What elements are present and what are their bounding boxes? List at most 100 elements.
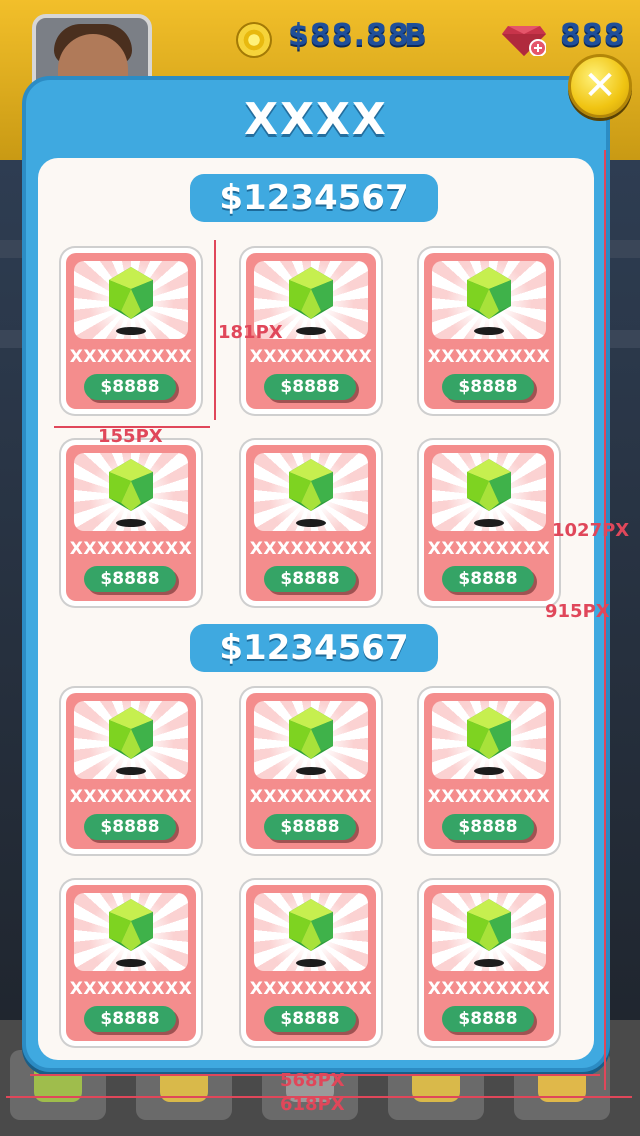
green-gem-icon	[289, 459, 333, 511]
shop-item-card[interactable]: XXXXXXXXX $8888	[419, 880, 559, 1046]
price-button[interactable]: $8888	[264, 814, 356, 840]
item-image	[432, 261, 546, 339]
gem-shadow	[296, 327, 326, 335]
gem-shadow	[296, 959, 326, 967]
item-image	[74, 893, 188, 971]
gem-shadow	[296, 767, 326, 775]
coin-icon	[236, 22, 272, 58]
item-label: XXXXXXXXX	[427, 979, 551, 999]
coin-balance-suffix: B	[404, 18, 428, 53]
dimension-label: 1027PX	[552, 520, 630, 541]
item-image	[432, 701, 546, 779]
gem-shadow	[116, 327, 146, 335]
gem-shadow	[116, 959, 146, 967]
item-image	[432, 453, 546, 531]
price-button[interactable]: $8888	[264, 1006, 356, 1032]
gem-shadow	[116, 519, 146, 527]
item-label: XXXXXXXXX	[249, 539, 373, 559]
price-button[interactable]: $8888	[442, 566, 534, 592]
item-label: XXXXXXXXX	[249, 787, 373, 807]
price-button[interactable]: $8888	[442, 1006, 534, 1032]
price-button[interactable]: $8888	[264, 566, 356, 592]
shop-item-card[interactable]: XXXXXXXXX $8888	[241, 688, 381, 854]
item-label: XXXXXXXXX	[69, 787, 193, 807]
item-image	[432, 893, 546, 971]
shop-item-card[interactable]: XXXXXXXXX $8888	[241, 880, 381, 1046]
item-label: XXXXXXXXX	[249, 347, 373, 367]
card-body: XXXXXXXXX $8888	[424, 885, 554, 1041]
modal-title: XXXX	[244, 94, 388, 145]
dimension-label: 181PX	[218, 322, 283, 343]
price-button[interactable]: $8888	[84, 1006, 176, 1032]
price-button[interactable]: $8888	[264, 374, 356, 400]
item-label: XXXXXXXXX	[249, 979, 373, 999]
item-image	[74, 261, 188, 339]
green-gem-icon	[109, 899, 153, 951]
card-body: XXXXXXXXX $8888	[246, 445, 376, 601]
item-label: XXXXXXXXX	[427, 787, 551, 807]
price-button[interactable]: $8888	[84, 374, 176, 400]
price-button[interactable]: $8888	[84, 566, 176, 592]
green-gem-icon	[467, 459, 511, 511]
dimension-label: 915PX	[545, 601, 610, 622]
green-gem-icon	[467, 899, 511, 951]
dimension-label: 155PX	[98, 426, 163, 447]
gem-shadow	[474, 327, 504, 335]
item-image	[254, 453, 368, 531]
shop-item-card[interactable]: XXXXXXXXX $8888	[61, 688, 201, 854]
shop-item-card[interactable]: XXXXXXXXX $8888	[419, 440, 559, 606]
green-gem-icon	[109, 707, 153, 759]
dimension-label: 568PX	[280, 1070, 345, 1091]
green-gem-icon	[289, 267, 333, 319]
section-header: $1234567	[190, 624, 438, 672]
gem-shadow	[116, 767, 146, 775]
item-image	[254, 701, 368, 779]
shop-item-card[interactable]: XXXXXXXXX $8888	[241, 440, 381, 606]
close-icon: ✕	[583, 63, 617, 109]
card-body: XXXXXXXXX $8888	[424, 693, 554, 849]
gem-shadow	[474, 519, 504, 527]
green-gem-icon	[289, 899, 333, 951]
shop-modal: XXXX $1234567 $1234567 XXXXXXXXX $8888 XXX…	[22, 76, 610, 1072]
gem-shadow	[474, 959, 504, 967]
gem-balance: 888	[560, 18, 626, 53]
item-label: XXXXXXXXX	[427, 539, 551, 559]
close-button[interactable]: ✕	[568, 54, 632, 118]
shop-item-card[interactable]: XXXXXXXXX $8888	[419, 688, 559, 854]
section-header: $1234567	[190, 174, 438, 222]
item-label: XXXXXXXXX	[69, 979, 193, 999]
card-body: XXXXXXXXX $8888	[66, 445, 196, 601]
card-body: XXXXXXXXX $8888	[424, 445, 554, 601]
shop-item-card[interactable]: XXXXXXXXX $8888	[61, 248, 201, 414]
item-image	[254, 893, 368, 971]
item-image	[74, 453, 188, 531]
card-body: XXXXXXXXX $8888	[424, 253, 554, 409]
green-gem-icon	[109, 459, 153, 511]
coin-balance: $88.88	[288, 18, 410, 53]
card-body: XXXXXXXXX $8888	[246, 885, 376, 1041]
card-body: XXXXXXXXX $8888	[66, 253, 196, 409]
dimension-line-vertical	[214, 240, 216, 420]
shop-item-card[interactable]: XXXXXXXXX $8888	[61, 880, 201, 1046]
item-image	[74, 701, 188, 779]
item-label: XXXXXXXXX	[69, 347, 193, 367]
price-button[interactable]: $8888	[442, 374, 534, 400]
modal-panel: $1234567 $1234567 XXXXXXXXX $8888 XXXXXXXX…	[38, 158, 594, 1060]
gem-shadow	[474, 767, 504, 775]
green-gem-icon	[467, 267, 511, 319]
green-gem-icon	[109, 267, 153, 319]
gem-shadow	[296, 519, 326, 527]
item-label: XXXXXXXXX	[69, 539, 193, 559]
price-button[interactable]: $8888	[84, 814, 176, 840]
gem-plus-icon[interactable]	[502, 22, 546, 56]
dimension-label: 618PX	[280, 1094, 345, 1115]
card-body: XXXXXXXXX $8888	[66, 885, 196, 1041]
item-label: XXXXXXXXX	[427, 347, 551, 367]
green-gem-icon	[467, 707, 511, 759]
price-button[interactable]: $8888	[442, 814, 534, 840]
card-body: XXXXXXXXX $8888	[246, 693, 376, 849]
shop-item-card[interactable]: XXXXXXXXX $8888	[419, 248, 559, 414]
green-gem-icon	[289, 707, 333, 759]
shop-item-card[interactable]: XXXXXXXXX $8888	[61, 440, 201, 606]
card-body: XXXXXXXXX $8888	[66, 693, 196, 849]
